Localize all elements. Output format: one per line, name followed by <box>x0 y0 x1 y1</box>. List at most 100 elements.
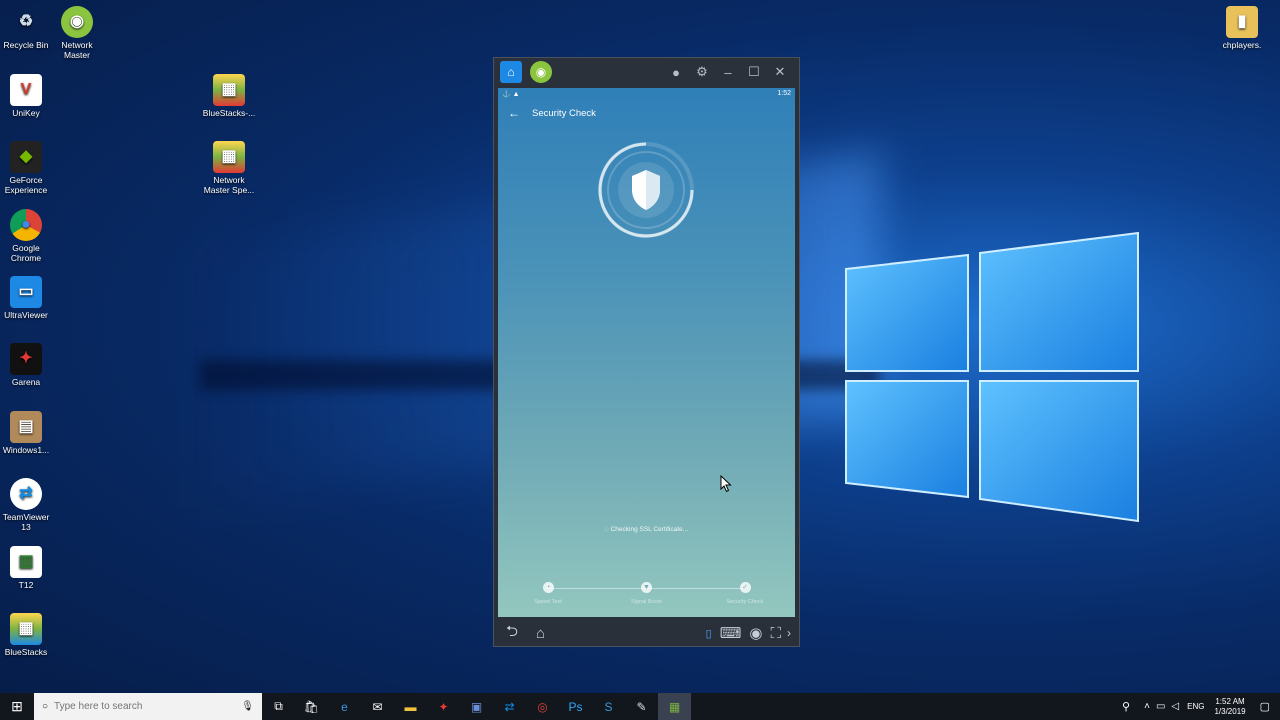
bluestacks-taskbar-icon[interactable]: ▦ <box>658 693 691 720</box>
step-speed-test: ◔ Speed Test <box>518 582 578 605</box>
clock[interactable]: 1:52 AM 1/3/2019 <box>1214 697 1245 717</box>
app-tab-wifi-icon[interactable]: ◉ <box>530 61 552 83</box>
microphone-icon[interactable]: 🎙 <box>241 701 254 712</box>
windows-logo-wallpaper <box>845 231 1139 523</box>
desktop-icon-unikey[interactable]: V UniKey <box>0 74 54 118</box>
eye-icon[interactable]: ◉ <box>749 624 762 642</box>
speed-icon: ◔ <box>542 582 554 593</box>
desktop-icon-label: T12 <box>18 580 34 590</box>
garena-icon[interactable]: ✦ <box>427 693 460 720</box>
folder-icon: ▮ <box>1226 6 1258 38</box>
desktop-icon-label: Garena <box>11 377 41 387</box>
emulator-title-bar[interactable]: ⌂ ◉ ● ⚙ – ☐ ✕ <box>494 58 799 86</box>
bluestacks-icon: ▦ <box>10 613 42 645</box>
desktop-icon-chrome[interactable]: ● Google Chrome <box>0 209 54 263</box>
desktop-icon-label: GeForce Experience <box>4 175 48 195</box>
desktop-icon-bluestacks[interactable]: ▦ BlueStacks <box>0 613 54 657</box>
garena-icon: ✦ <box>10 343 42 375</box>
bluestacks-icon: ▦ <box>213 74 245 106</box>
desktop-icon-label: chplayers. <box>1222 40 1262 50</box>
desktop-icon-chplayers-folder[interactable]: ▮ chplayers. <box>1214 6 1270 50</box>
desktop-icon-t12[interactable]: ▥ T12 <box>0 546 54 590</box>
minimize-button[interactable]: – <box>715 61 741 83</box>
desktop-icon-teamviewer[interactable]: ⇄ TeamViewer 13 <box>0 478 54 532</box>
steps-row: ◔ Speed Test ▼ Signal Boost ✓ Security C… <box>498 582 795 605</box>
snagit-icon[interactable]: S <box>592 693 625 720</box>
step-signal-boost: ▼ Signal Boost <box>617 582 677 605</box>
desktop-icon-label: TeamViewer 13 <box>2 512 50 532</box>
gear-icon[interactable]: ⚙ <box>689 61 715 83</box>
chevron-up-icon[interactable]: ˄ <box>1144 701 1150 712</box>
desktop-icon-label: UniKey <box>12 108 40 118</box>
wifi-icon: ◉ <box>61 6 93 38</box>
desktop-icon-label: Network Master <box>61 40 93 60</box>
page-title: Security Check <box>532 107 596 119</box>
desktop-icon-label: Recycle Bin <box>3 40 49 50</box>
clock-time: 1:52 AM <box>1215 696 1245 706</box>
desktop-icon-network-master-speed[interactable]: ▦ Network Master Spe... <box>201 141 257 195</box>
search-input[interactable] <box>54 701 242 712</box>
edge-icon[interactable]: e <box>328 693 361 720</box>
close-button[interactable]: ✕ <box>767 61 793 83</box>
paint-icon[interactable]: ✎ <box>625 693 658 720</box>
search-icon: ○ <box>42 701 49 712</box>
desktop-icon-label: Google Chrome <box>10 243 42 263</box>
account-icon[interactable]: ● <box>663 61 689 83</box>
android-screen[interactable]: ⚓ ▲ 1:52 ← Security Check ◌ Checking SSL… <box>498 88 795 617</box>
desktop-icon-bluestacks-installer[interactable]: ▦ BlueStacks-... <box>201 74 257 118</box>
fullscreen-icon[interactable]: ⛶ <box>770 625 781 642</box>
volume-icon[interactable]: ◁ <box>1171 701 1179 712</box>
geforce-icon: ◆ <box>10 141 42 173</box>
desktop-icon-label: UltraViewer <box>4 310 48 320</box>
system-tray: ⚲ ˄ ▭ ◁ ENG 1:52 AM 1/3/2019 ▢ <box>1122 693 1280 720</box>
chrome-icon: ● <box>10 209 42 241</box>
taskbar-search-box[interactable]: ○ 🎙 <box>34 693 262 720</box>
desktop-icon-label: Windows1... <box>2 445 50 455</box>
teamviewer-icon[interactable]: ⇄ <box>493 693 526 720</box>
desktop-icon-geforce[interactable]: ◆ GeForce Experience <box>0 141 54 195</box>
spreadsheet-icon: ▥ <box>10 546 42 578</box>
home-tab-icon[interactable]: ⌂ <box>500 61 522 83</box>
keyboard-icon[interactable]: ⌨ <box>720 624 742 642</box>
android-back-icon[interactable]: ⮌ <box>506 621 518 646</box>
back-arrow-icon[interactable]: ← <box>508 106 520 120</box>
ultraviewer-icon: ▭ <box>10 276 42 308</box>
phone-rotate-icon[interactable]: ▯ <box>706 627 712 640</box>
taskbar: ⊞ ○ 🎙 ⧉ 🛍 e ✉ ▬ ✦ ▣ ⇄ ◎ Ps S ✎ ▦ ⚲ ˄ ▭ ◁… <box>0 693 1280 720</box>
shield-icon: ✓ <box>739 582 751 593</box>
desktop-icon-label: BlueStacks-... <box>202 108 256 118</box>
chrome-icon[interactable]: ◎ <box>526 693 559 720</box>
android-home-icon[interactable]: ⌂ <box>536 625 545 642</box>
status-time: 1:52 <box>777 90 791 97</box>
notification-icons: ⚓ ▲ <box>502 91 520 98</box>
checking-status-text: Checking SSL Certificate... <box>610 526 689 533</box>
people-icon[interactable]: ⚲ <box>1122 700 1130 713</box>
language-indicator[interactable]: ENG <box>1187 702 1204 711</box>
desktop-icon-recycle-bin[interactable]: ♻ Recycle Bin <box>0 6 54 51</box>
desktop-icon-ultraviewer[interactable]: ▭ UltraViewer <box>0 276 54 320</box>
desktop-icon-label: Network Master Spe... <box>203 175 255 195</box>
security-scan-animation <box>598 142 694 238</box>
desktop-icon-windows10[interactable]: ▤ Windows1... <box>0 411 54 455</box>
desktop-icon-network-master[interactable]: ◉ Network Master <box>49 6 105 60</box>
photoshop-icon[interactable]: Ps <box>559 693 592 720</box>
step-label: Signal Boost <box>631 599 662 605</box>
windows-start-icon[interactable]: ⊞ <box>0 693 34 720</box>
word-app-icon[interactable]: ▣ <box>460 693 493 720</box>
unikey-icon: V <box>10 74 42 106</box>
maximize-button[interactable]: ☐ <box>741 61 767 83</box>
desktop-icon-label: BlueStacks <box>4 647 48 657</box>
emulator-bottom-bar: ⮌ ⌂ ▯ ⌨ ◉ ⛶ › <box>494 618 799 648</box>
action-center-icon[interactable]: ▢ <box>1260 700 1270 713</box>
step-label: Speed Test <box>534 599 562 605</box>
teamviewer-icon: ⇄ <box>10 478 42 510</box>
task-view-icon[interactable]: ⧉ <box>262 693 295 720</box>
step-label: Security Check <box>726 599 764 605</box>
store-icon[interactable]: 🛍 <box>295 693 328 720</box>
network-icon[interactable]: ▭ <box>1156 701 1165 712</box>
desktop-icon-garena[interactable]: ✦ Garena <box>0 343 54 387</box>
mail-icon[interactable]: ✉ <box>361 693 394 720</box>
file-explorer-icon[interactable]: ▬ <box>394 693 427 720</box>
chevron-right-icon[interactable]: › <box>787 626 791 640</box>
app-toolbar: ← Security Check <box>498 100 795 126</box>
